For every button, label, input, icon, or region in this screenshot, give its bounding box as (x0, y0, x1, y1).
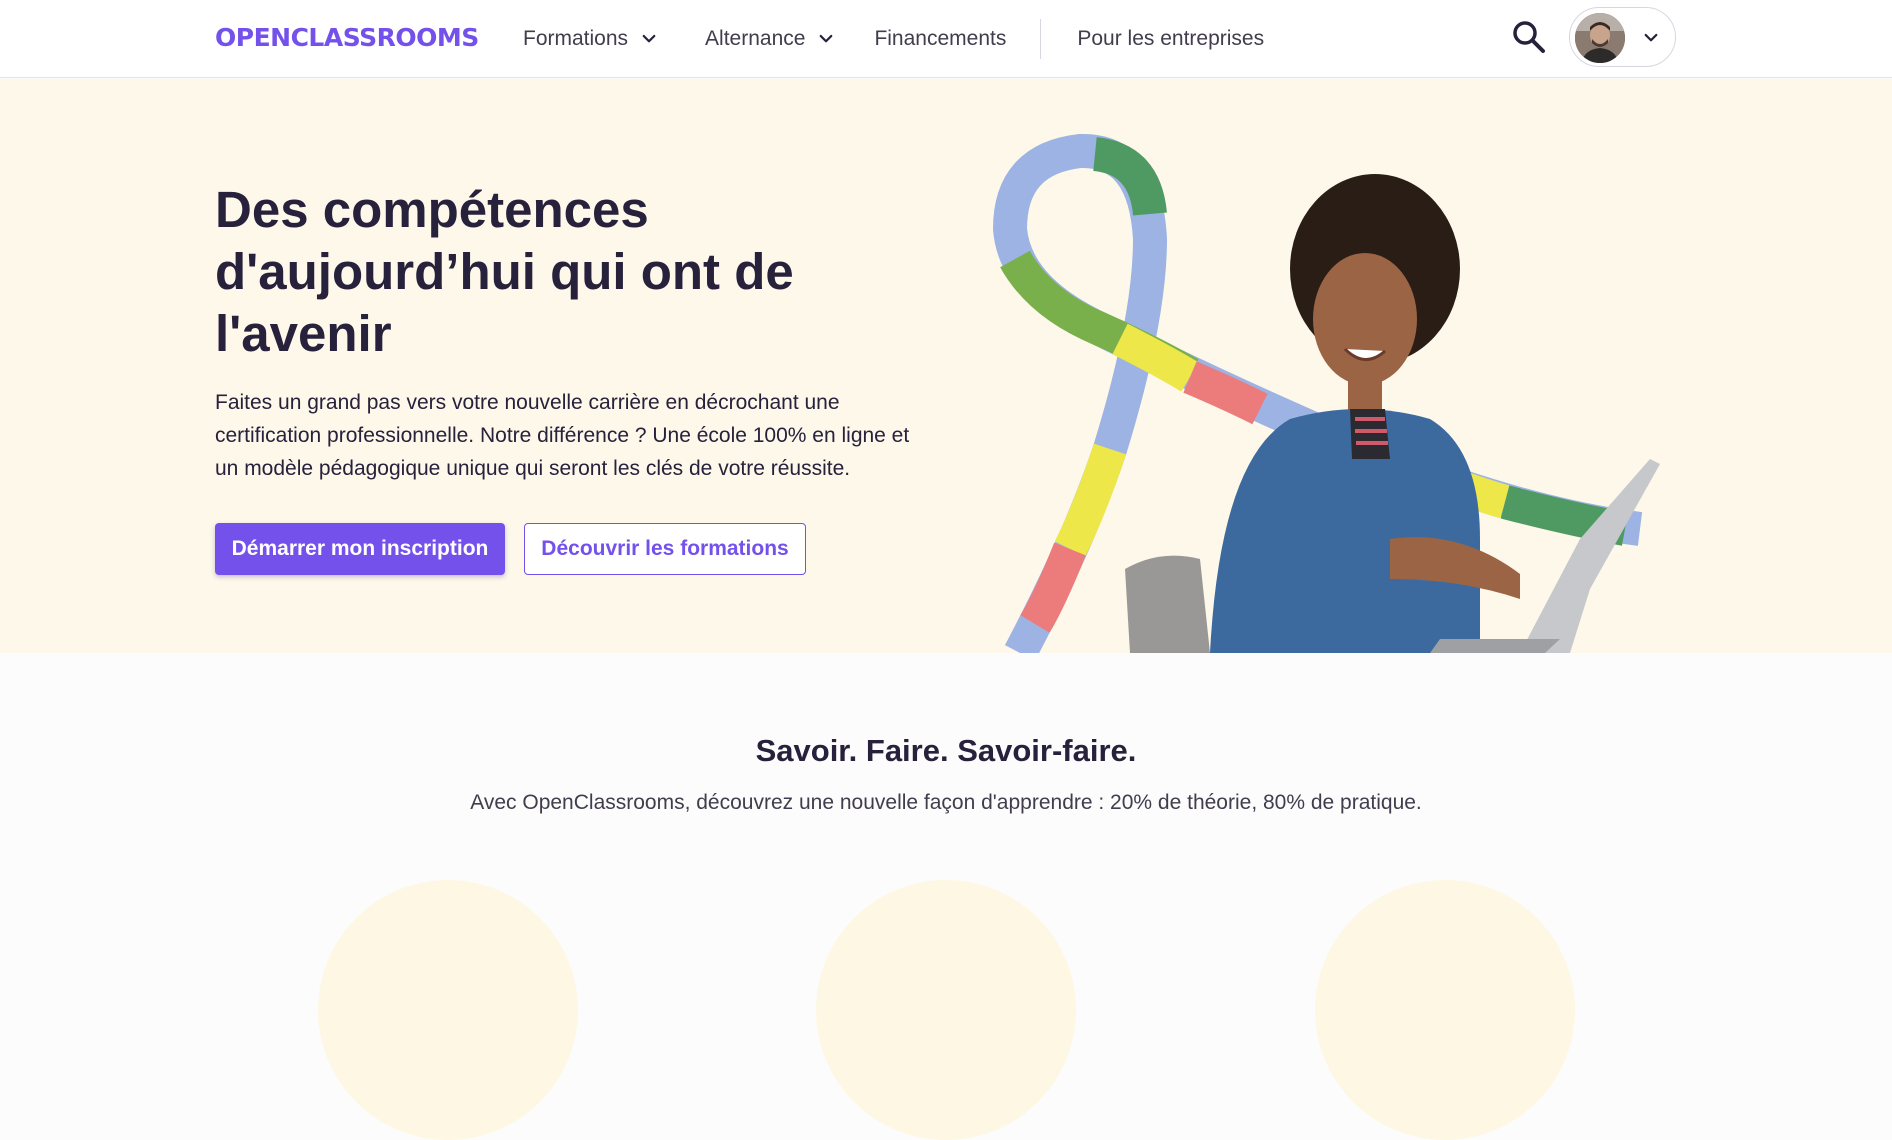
section-title: Savoir. Faire. Savoir-faire. (755, 733, 1137, 768)
chevron-down-icon (1644, 33, 1658, 42)
nav-divider (1040, 19, 1042, 59)
search-button[interactable] (1510, 18, 1548, 56)
hero-illustration (992, 134, 1660, 653)
section-subtitle: Avec OpenClassrooms, découvrez une nouve… (470, 791, 1422, 814)
nav-item-label: Financements (874, 27, 1007, 50)
feature-illustration (816, 880, 1076, 1140)
discover-courses-button[interactable]: Découvrir les formations (524, 523, 806, 575)
chevron-down-icon (820, 34, 833, 43)
nav-item-label: Alternance (705, 27, 806, 50)
user-menu-button[interactable] (1569, 7, 1676, 67)
nav-item-entreprises[interactable]: Pour les entreprises (1077, 27, 1264, 51)
nav-item-formations[interactable]: Formations (523, 27, 658, 51)
main-nav: Formations Alternance Financements Pour … (523, 0, 1264, 78)
openclassrooms-logo[interactable]: OPENCLASSROOMS (215, 22, 479, 52)
logo-text: OPENCLASSROOMS (215, 22, 479, 52)
chevron-down-icon (642, 34, 656, 43)
start-registration-button[interactable]: Démarrer mon inscription (215, 523, 505, 575)
hero-section: Des compétences d'aujourd’hui qui ont de… (0, 79, 1892, 653)
site-header: OPENCLASSROOMS Formations Alternance Fin… (0, 0, 1892, 78)
hero-title: Des compétences d'aujourd’hui qui ont de… (215, 181, 794, 362)
search-icon (1513, 21, 1545, 53)
nav-item-financements[interactable]: Financements (874, 27, 1006, 51)
hero-description: Faites un grand pas vers votre nouvelle … (215, 391, 910, 480)
nav-item-label: Pour les entreprises (1077, 27, 1265, 50)
feature-illustration (318, 880, 578, 1140)
nav-item-alternance[interactable]: Alternance (705, 27, 835, 51)
nav-item-label: Formations (523, 27, 629, 50)
feature-illustration (1315, 880, 1575, 1140)
avatar (1575, 13, 1625, 63)
